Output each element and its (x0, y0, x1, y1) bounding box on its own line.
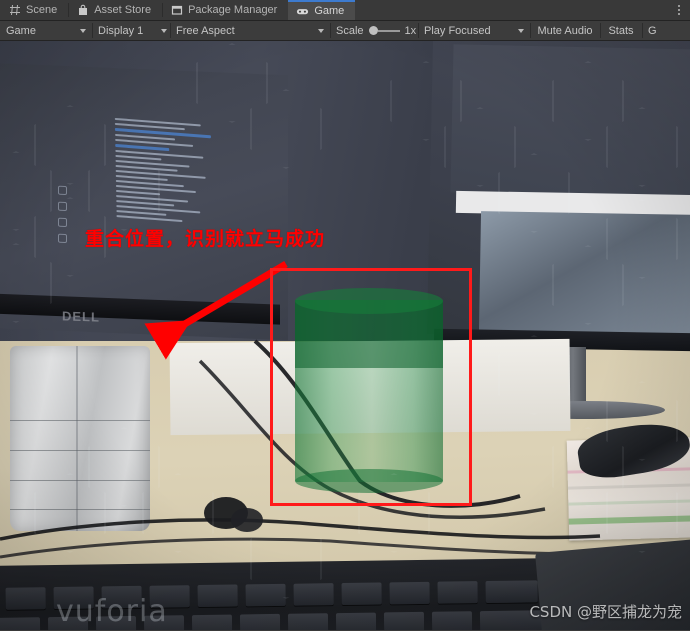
mute-audio-label: Mute Audio (537, 24, 593, 37)
play-mode-label: Play Focused (424, 24, 491, 37)
scale-value: 1x (404, 24, 417, 37)
editor-tab-bar: Scene Asset Store Package Manager Game (0, 0, 690, 21)
tab-game-label: Game (314, 5, 345, 17)
target-display-label: Game (6, 24, 36, 37)
chevron-down-icon (80, 28, 86, 33)
game-view-toolbar: Game Display 1 Free Aspect Scale 1x Play… (0, 21, 690, 41)
tab-asset-store-label: Asset Store (94, 4, 152, 16)
scale-slider-track[interactable] (377, 29, 400, 32)
tab-package-manager[interactable]: Package Manager (162, 0, 288, 20)
scale-slider[interactable] (368, 26, 400, 35)
target-display-dropdown[interactable]: Game (0, 21, 92, 40)
stats-label: Stats (608, 24, 634, 37)
target-bounding-box (270, 268, 472, 506)
gizmos-label: G (648, 24, 657, 37)
shopping-bag-icon (76, 4, 89, 17)
aspect-ratio-dropdown[interactable]: Free Aspect (170, 21, 330, 40)
mute-audio-button[interactable]: Mute Audio (530, 21, 600, 40)
chevron-down-icon (318, 28, 324, 33)
display-dropdown[interactable]: Display 1 (92, 21, 170, 40)
gizmos-button[interactable]: G (642, 21, 690, 40)
scale-slider-group[interactable]: Scale 1x (330, 21, 418, 40)
play-mode-dropdown[interactable]: Play Focused (418, 21, 530, 40)
csdn-watermark: CSDN @野区捕龙为宠 (529, 603, 682, 621)
tab-scene-label: Scene (26, 4, 58, 16)
unity-game-window: Scene Asset Store Package Manager Game G… (0, 0, 690, 631)
game-view-canvas[interactable]: DELL 重合位置，识别就立马成功 vuforia CSDN @野区捕龙为宠 (0, 41, 690, 630)
tab-asset-store[interactable]: Asset Store (68, 0, 162, 20)
tab-bar-spacer (355, 0, 668, 20)
gamepad-icon (296, 5, 309, 18)
tab-package-manager-label: Package Manager (188, 4, 278, 16)
aspect-ratio-label: Free Aspect (176, 24, 235, 37)
scale-slider-knob[interactable] (368, 26, 378, 35)
kebab-menu-icon[interactable] (668, 0, 690, 20)
tab-scene[interactable]: Scene (0, 0, 68, 20)
grid-icon (8, 4, 21, 17)
box-icon (170, 4, 183, 17)
chevron-down-icon (161, 28, 168, 33)
stats-button[interactable]: Stats (600, 21, 642, 40)
chevron-down-icon (518, 28, 524, 33)
scale-label: Scale (336, 24, 364, 37)
display-label: Display 1 (98, 24, 144, 37)
tab-game[interactable]: Game (288, 0, 356, 20)
kebab-dots (678, 5, 680, 15)
